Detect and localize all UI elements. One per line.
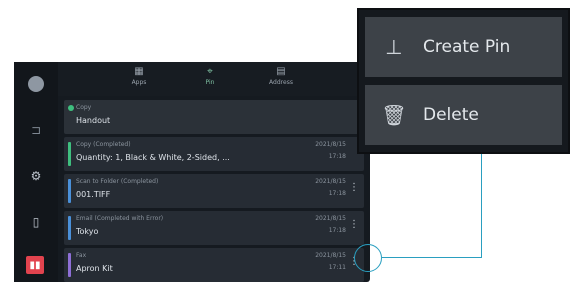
job-title: Handout [76,116,111,125]
job-title: Tokyo [76,227,99,236]
list-item[interactable]: Scan to Folder (Completed) 001.TIFF 2021… [64,174,364,208]
status-bar [68,179,71,203]
list-item[interactable]: Email (Completed with Error) Tokyo 2021/… [64,211,364,245]
tab-apps[interactable]: ▦ Apps [114,65,164,86]
lock-icon[interactable]: ⊐ [26,120,46,140]
pin-icon: ⌖ [207,66,213,77]
job-status: Copy [76,104,92,111]
top-tab-bar: ▦ Apps ⌖ Pin ▤ Address [58,62,370,96]
status-bar [68,216,71,240]
job-status: Scan to Folder (Completed) [76,178,159,185]
job-date: 2021/8/15 [315,252,346,259]
create-pin-label: Create Pin [423,37,511,57]
callout-line [382,257,482,258]
delete-menu-item[interactable]: 🗑 Delete [365,85,562,145]
user-icon[interactable] [26,74,46,94]
more-options-icon[interactable]: ⋮ [349,220,359,230]
device-icon[interactable]: ▯ [26,212,46,232]
status-dot [68,105,74,111]
callout-line [481,152,482,258]
job-time: 17:18 [328,190,346,197]
tab-address[interactable]: ▤ Address [256,65,306,86]
job-status: Copy (Completed) [76,141,131,148]
create-pin-menu-item[interactable]: ⊥ Create Pin [365,17,562,77]
delete-label: Delete [423,105,479,125]
device-screen: ⊐ ⚙ ▯ ▮▮ ▦ Apps ⌖ Pin ▤ Address Copy Han… [14,62,370,282]
settings-icon[interactable]: ⚙ [26,166,46,186]
job-title: Quantity: 1, Black & White, 2-Sided, ... [76,153,230,162]
job-date: 2021/8/15 [315,141,346,148]
status-bar [68,253,71,277]
list-item[interactable]: Copy (Completed) Quantity: 1, Black & Wh… [64,137,364,171]
job-time: 17:18 [328,227,346,234]
job-date: 2021/8/15 [315,215,346,222]
tab-pin-label: Pin [205,79,215,86]
address-icon: ▤ [276,66,286,77]
job-status: Fax [76,252,87,259]
list-item[interactable]: Copy Handout [64,100,364,134]
context-menu: ⊥ Create Pin 🗑 Delete [357,8,570,154]
callout-ring [354,244,382,272]
tab-apps-label: Apps [131,79,147,86]
apps-icon: ▦ [134,66,144,77]
job-date: 2021/8/15 [315,178,346,185]
job-time: 17:11 [328,264,346,271]
job-time: 17:18 [328,153,346,160]
list-item[interactable]: Fax Apron Kit 2021/8/15 17:11 ⋮ [64,248,364,282]
side-rail: ⊐ ⚙ ▯ ▮▮ [14,62,58,282]
tab-address-label: Address [269,79,293,86]
stop-icon[interactable]: ▮▮ [26,256,44,274]
tab-pin[interactable]: ⌖ Pin [185,65,235,86]
status-bar [68,142,71,166]
job-list: Copy Handout Copy (Completed) Quantity: … [64,100,364,285]
job-title: Apron Kit [76,264,113,273]
pushpin-icon: ⊥ [385,35,403,59]
job-status: Email (Completed with Error) [76,215,164,222]
job-title: 001.TIFF [76,190,111,199]
trash-icon: 🗑 [381,103,407,127]
more-options-icon[interactable]: ⋮ [349,183,359,193]
